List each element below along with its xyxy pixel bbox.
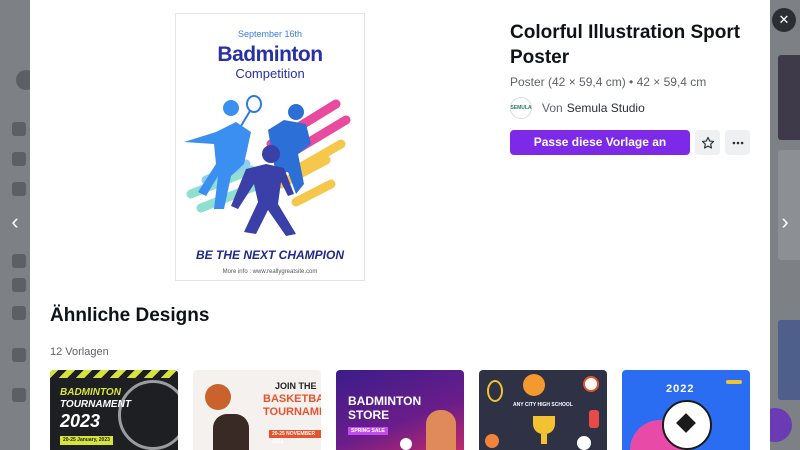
similar-design-card[interactable]: BADMINTON STORE SPRING SALE [336,370,464,450]
design-subtitle: STORE [348,408,390,422]
design-date: 20-25 NOVEMBER 2023 [269,430,321,445]
more-icon [732,142,743,145]
background-thumbnail [778,55,800,140]
design-title: JOIN THE [275,381,317,391]
similar-design-card[interactable]: 2022 [622,370,750,450]
similar-designs-heading: Ähnliche Designs [50,305,210,326]
design-sale: SPRING SALE [348,427,388,435]
author-logo: SEMULA [510,97,532,119]
background-icon [12,278,26,292]
close-button[interactable]: ✕ [772,8,796,32]
template-preview-modal: September 16th Badminton Competition BE … [30,0,770,450]
favorite-button[interactable] [695,130,720,155]
design-title: ANY CITY HIGH SCHOOL [513,402,573,408]
author-prefix: Von [542,101,563,115]
poster-subtitle: Competition [235,66,305,81]
poster-info: More info : www.reallygreatsite.com [222,269,318,275]
template-author[interactable]: SEMULA Von Semula Studio [510,97,645,119]
author-name[interactable]: Semula Studio [567,101,645,115]
background-icon [12,182,26,196]
more-options-button[interactable] [725,130,750,155]
similar-design-card[interactable]: ANY CITY HIGH SCHOOL [479,370,607,450]
previous-template-icon[interactable]: ‹ [3,210,27,234]
background-thumbnail [778,320,800,400]
design-year: 2023 [60,411,101,431]
design-year: 2022 [666,383,695,395]
design-date: 20-25 January, 2023 [60,436,113,445]
background-thumbnail [778,150,800,260]
poster-slogan: BE THE NEXT CHAMPION [195,248,344,262]
customize-template-button[interactable]: Passe diese Vorlage an [510,130,690,155]
template-title: Colorful Illustration Sport Poster [510,22,741,68]
design-title: BADMINTON [60,387,121,398]
star-icon [701,137,714,149]
design-subtitle: BASKETBALL [263,393,321,405]
design-subtitle: TOURNAMENT [60,399,131,410]
background-icon [12,122,26,136]
poster-illustration [184,95,351,236]
background-icon [12,306,26,320]
background-icon [12,152,26,166]
design-title: BADMINTON [348,394,422,408]
poster-title: Badminton [217,43,323,66]
poster-preview: September 16th Badminton Competition BE … [175,13,365,281]
similar-design-card[interactable]: JOIN THE BASKETBALL TOURNAMENT 20-25 NOV… [193,370,321,450]
similar-designs-count: 12 Vorlagen [50,346,109,358]
poster-date: September 16th [237,29,303,39]
next-template-icon[interactable]: › [773,210,797,234]
background-icon [12,348,26,362]
background-icon [12,388,26,402]
background-icon [12,254,26,268]
similar-design-card[interactable]: BADMINTON TOURNAMENT 2023 20-25 January,… [50,370,178,450]
design-name: TOURNAMENT [263,406,321,418]
template-dimensions: Poster (42 × 59,4 cm) • 42 × 59,4 cm [510,75,707,89]
